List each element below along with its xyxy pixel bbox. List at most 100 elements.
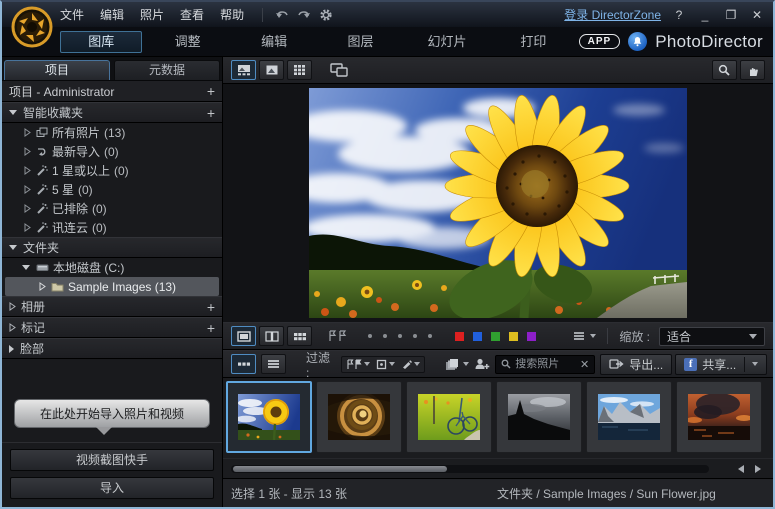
scroll-left-icon[interactable] bbox=[734, 463, 748, 475]
tree-item-local-disk[interactable]: 本地磁盘 (C:) bbox=[2, 258, 222, 277]
redo-icon[interactable] bbox=[295, 7, 313, 23]
rating-dot[interactable] bbox=[428, 334, 432, 338]
expander-icon[interactable] bbox=[39, 282, 46, 291]
minimize-button[interactable]: _ bbox=[697, 8, 713, 22]
expander-icon[interactable] bbox=[24, 128, 31, 137]
view-grid-button[interactable] bbox=[287, 60, 312, 80]
color-label-green[interactable] bbox=[491, 332, 500, 341]
chevron-down-icon[interactable] bbox=[9, 110, 17, 115]
scrollbar-track[interactable] bbox=[231, 465, 709, 473]
thumbnail-sunset-storm[interactable] bbox=[676, 381, 762, 453]
scrollbar-thumb[interactable] bbox=[233, 466, 447, 472]
tab-adjust[interactable]: 调整 bbox=[146, 31, 228, 53]
add-tag-button[interactable]: + bbox=[207, 322, 215, 334]
menu-photo[interactable]: 照片 bbox=[140, 6, 164, 23]
add-face-tag-button[interactable] bbox=[474, 357, 490, 371]
rating-dot[interactable] bbox=[383, 334, 387, 338]
tree-item-5-star[interactable]: 5 星(0) bbox=[2, 180, 222, 199]
view-single-photo-button[interactable] bbox=[259, 60, 284, 80]
tree-item-1-star-up[interactable]: 1 星或以上(0) bbox=[2, 161, 222, 180]
tab-library[interactable]: 图库 bbox=[60, 31, 142, 53]
color-label-red[interactable] bbox=[455, 332, 464, 341]
search-box[interactable]: ✕ bbox=[495, 355, 595, 374]
import-button[interactable]: 导入 bbox=[10, 477, 214, 499]
color-label-purple[interactable] bbox=[527, 332, 536, 341]
expander-icon[interactable] bbox=[24, 204, 31, 213]
section-tags[interactable]: 标记 + bbox=[2, 317, 222, 338]
help-button[interactable]: ? bbox=[671, 8, 687, 22]
rating-dot[interactable] bbox=[413, 334, 417, 338]
stack-photos-button[interactable] bbox=[445, 358, 469, 371]
secondary-display-icon[interactable] bbox=[328, 61, 350, 79]
tree-item-rejected[interactable]: 已排除(0) bbox=[2, 199, 222, 218]
viewer-compare-button[interactable] bbox=[259, 326, 284, 346]
rating-dot[interactable] bbox=[368, 334, 372, 338]
expander-icon[interactable] bbox=[9, 302, 16, 311]
photo-viewer[interactable] bbox=[223, 84, 773, 322]
tab-layers[interactable]: 图层 bbox=[319, 31, 401, 53]
filter-label-color-button[interactable] bbox=[374, 358, 397, 371]
zoom-tool-button[interactable] bbox=[712, 60, 737, 80]
app-badge[interactable]: APP bbox=[579, 34, 621, 49]
view-photo-filmstrip-button[interactable] bbox=[231, 60, 256, 80]
close-button[interactable]: ✕ bbox=[749, 8, 765, 22]
list-view-button[interactable] bbox=[261, 354, 286, 374]
tree-item-all-photos[interactable]: 所有照片(13) bbox=[2, 123, 222, 142]
filter-pen-rating-button[interactable] bbox=[399, 358, 422, 371]
notification-bell-icon[interactable] bbox=[628, 32, 647, 51]
expander-icon[interactable] bbox=[24, 166, 31, 175]
thumbnail-view-button[interactable] bbox=[231, 354, 256, 374]
add-project-button[interactable]: + bbox=[207, 85, 215, 97]
menu-help[interactable]: 帮助 bbox=[220, 6, 244, 23]
share-button[interactable]: f 共享... bbox=[675, 354, 767, 375]
maximize-button[interactable]: ❐ bbox=[723, 8, 739, 22]
color-label-yellow[interactable] bbox=[509, 332, 518, 341]
thumbnail-bicycle-meadow[interactable] bbox=[406, 381, 492, 453]
export-button[interactable]: 导出... bbox=[600, 354, 672, 375]
expander-icon[interactable] bbox=[24, 147, 31, 156]
thumbnail-spiral-staircase[interactable] bbox=[316, 381, 402, 453]
scroll-right-icon[interactable] bbox=[751, 463, 765, 475]
menu-view[interactable]: 查看 bbox=[180, 6, 204, 23]
viewer-multiple-button[interactable] bbox=[287, 326, 312, 346]
filter-flags-button[interactable] bbox=[344, 358, 372, 371]
zoom-fit-dropdown[interactable]: 适合 bbox=[659, 327, 765, 346]
expander-icon[interactable] bbox=[24, 223, 31, 232]
chevron-down-icon[interactable] bbox=[9, 245, 17, 250]
chevron-down-icon[interactable] bbox=[22, 265, 30, 270]
menu-edit[interactable]: 编辑 bbox=[100, 6, 124, 23]
section-faces[interactable]: 脸部 bbox=[2, 338, 222, 359]
flag-pick-icon[interactable] bbox=[328, 330, 348, 342]
thumbnail-mountain-lake[interactable] bbox=[586, 381, 672, 453]
chevron-right-icon[interactable] bbox=[9, 345, 14, 353]
search-input[interactable] bbox=[515, 358, 576, 370]
add-album-button[interactable]: + bbox=[207, 301, 215, 313]
tab-print[interactable]: 打印 bbox=[492, 31, 574, 53]
video-snapshot-button[interactable]: 视频截图快手 bbox=[10, 449, 214, 471]
tab-edit[interactable]: 编辑 bbox=[233, 31, 315, 53]
expander-icon[interactable] bbox=[24, 185, 31, 194]
expander-icon[interactable] bbox=[9, 323, 16, 332]
pan-hand-button[interactable] bbox=[740, 60, 765, 80]
add-smart-collection-button[interactable]: + bbox=[207, 107, 215, 119]
section-albums[interactable]: 相册 + bbox=[2, 296, 222, 317]
settings-gear-icon[interactable] bbox=[317, 7, 335, 23]
tree-item-sample-images[interactable]: Sample Images (13) bbox=[5, 277, 219, 296]
thumbnail-sun-flower[interactable] bbox=[226, 381, 312, 453]
login-directorzone-link[interactable]: 登录 DirectorZone bbox=[564, 6, 661, 23]
sidebar-tab-metadata[interactable]: 元数据 bbox=[114, 60, 220, 80]
sort-menu-button[interactable] bbox=[573, 331, 596, 341]
rating-dot[interactable] bbox=[398, 334, 402, 338]
tab-slideshow[interactable]: 幻灯片 bbox=[406, 31, 488, 53]
tree-item-latest-import[interactable]: 最新导入(0) bbox=[2, 142, 222, 161]
menu-file[interactable]: 文件 bbox=[60, 6, 84, 23]
tree-item-cyberlink-cloud[interactable]: 讯连云(0) bbox=[2, 218, 222, 237]
viewer-single-button[interactable] bbox=[231, 326, 256, 346]
color-label-blue[interactable] bbox=[473, 332, 482, 341]
undo-icon[interactable] bbox=[273, 7, 291, 23]
share-dropdown-caret[interactable] bbox=[744, 357, 758, 372]
section-smart-collections[interactable]: 智能收藏夹 + bbox=[2, 102, 222, 123]
clear-search-icon[interactable]: ✕ bbox=[580, 358, 589, 371]
thumbnail-dark-cathedral[interactable] bbox=[496, 381, 582, 453]
sidebar-tab-project[interactable]: 项目 bbox=[4, 60, 110, 80]
